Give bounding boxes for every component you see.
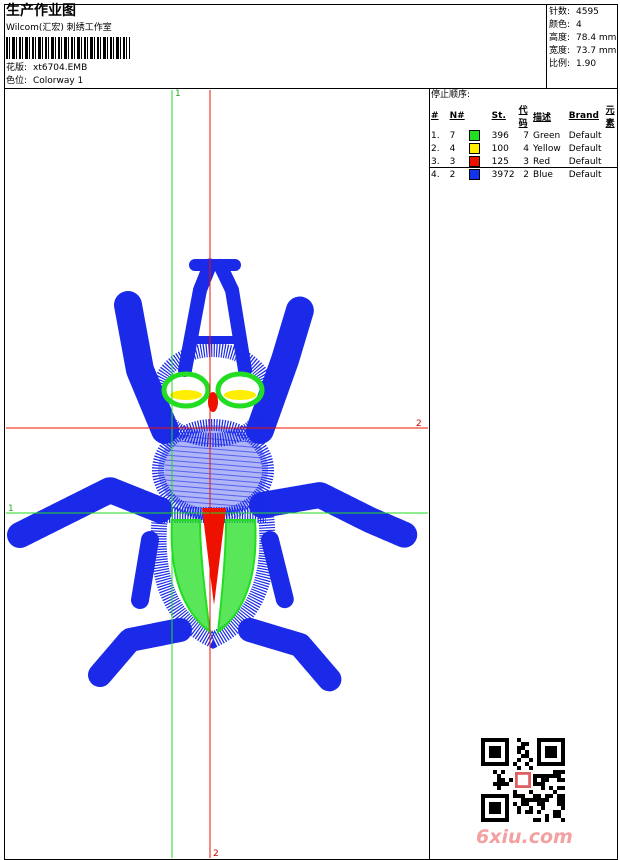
blue-stitch-layer <box>7 258 418 692</box>
site-logo: 6xiu.com <box>476 826 573 848</box>
embroidery-design-image: 1 1 2 2 <box>6 89 428 859</box>
axis-label-green-h: 1 <box>8 504 14 514</box>
qr-code-icon <box>481 738 565 822</box>
axis-label-green-v: 1 <box>175 89 181 99</box>
axis-label-red-v: 2 <box>213 849 219 859</box>
axis-label-red-h: 2 <box>416 419 422 429</box>
